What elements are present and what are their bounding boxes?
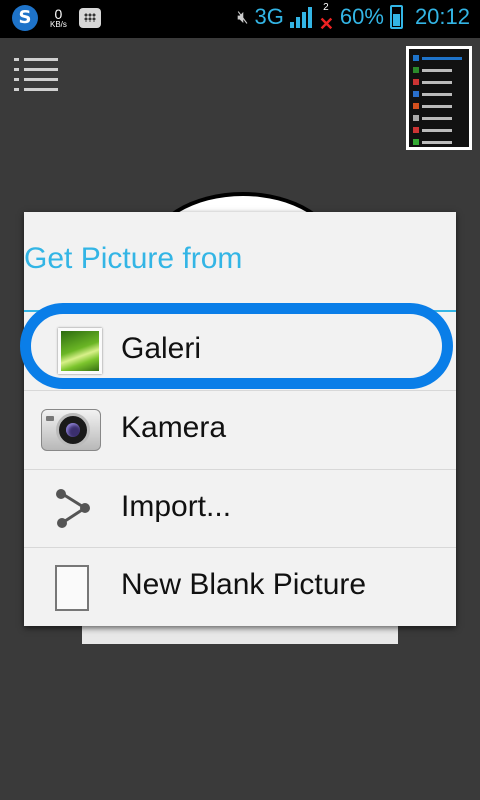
option-label: Kamera: [121, 411, 227, 444]
battery-percent: 60%: [339, 4, 384, 29]
network-type: 3G: [254, 4, 284, 29]
network-speed: 0 KB/s: [50, 7, 67, 29]
option-gallery[interactable]: Galeri: [24, 312, 456, 390]
list-menu-icon[interactable]: [14, 58, 58, 92]
sim-badge: 2: [323, 2, 329, 13]
clock: 20:12: [414, 4, 470, 29]
signal-icon: [289, 6, 312, 28]
option-camera[interactable]: Kamera: [24, 391, 456, 469]
page-thumbnail[interactable]: [406, 46, 472, 150]
option-label: Import...: [121, 490, 232, 523]
mute-icon: 🔇︎: [237, 6, 249, 27]
battery-icon: [389, 5, 403, 29]
share-icon: [56, 489, 90, 528]
option-import[interactable]: Import...: [24, 470, 456, 548]
network-speed-unit: KB/s: [50, 20, 67, 29]
camera-icon: [41, 409, 101, 451]
dialog-title: Get Picture from: [24, 242, 243, 275]
option-new-blank-picture[interactable]: New Blank Picture: [24, 548, 456, 626]
s-app-icon: S: [12, 5, 38, 31]
status-bar: S 0 KB/s 🔇︎ 3G 2 ✕ 60% 20:12: [0, 0, 480, 38]
network-speed-value: 0: [54, 6, 63, 22]
gallery-icon: [58, 328, 102, 374]
no-sim-icon: 2 ✕: [318, 2, 334, 34]
option-label: New Blank Picture: [121, 568, 367, 601]
bbm-icon: [78, 8, 101, 28]
blank-page-icon: [55, 565, 89, 611]
option-label: Galeri: [121, 332, 202, 365]
